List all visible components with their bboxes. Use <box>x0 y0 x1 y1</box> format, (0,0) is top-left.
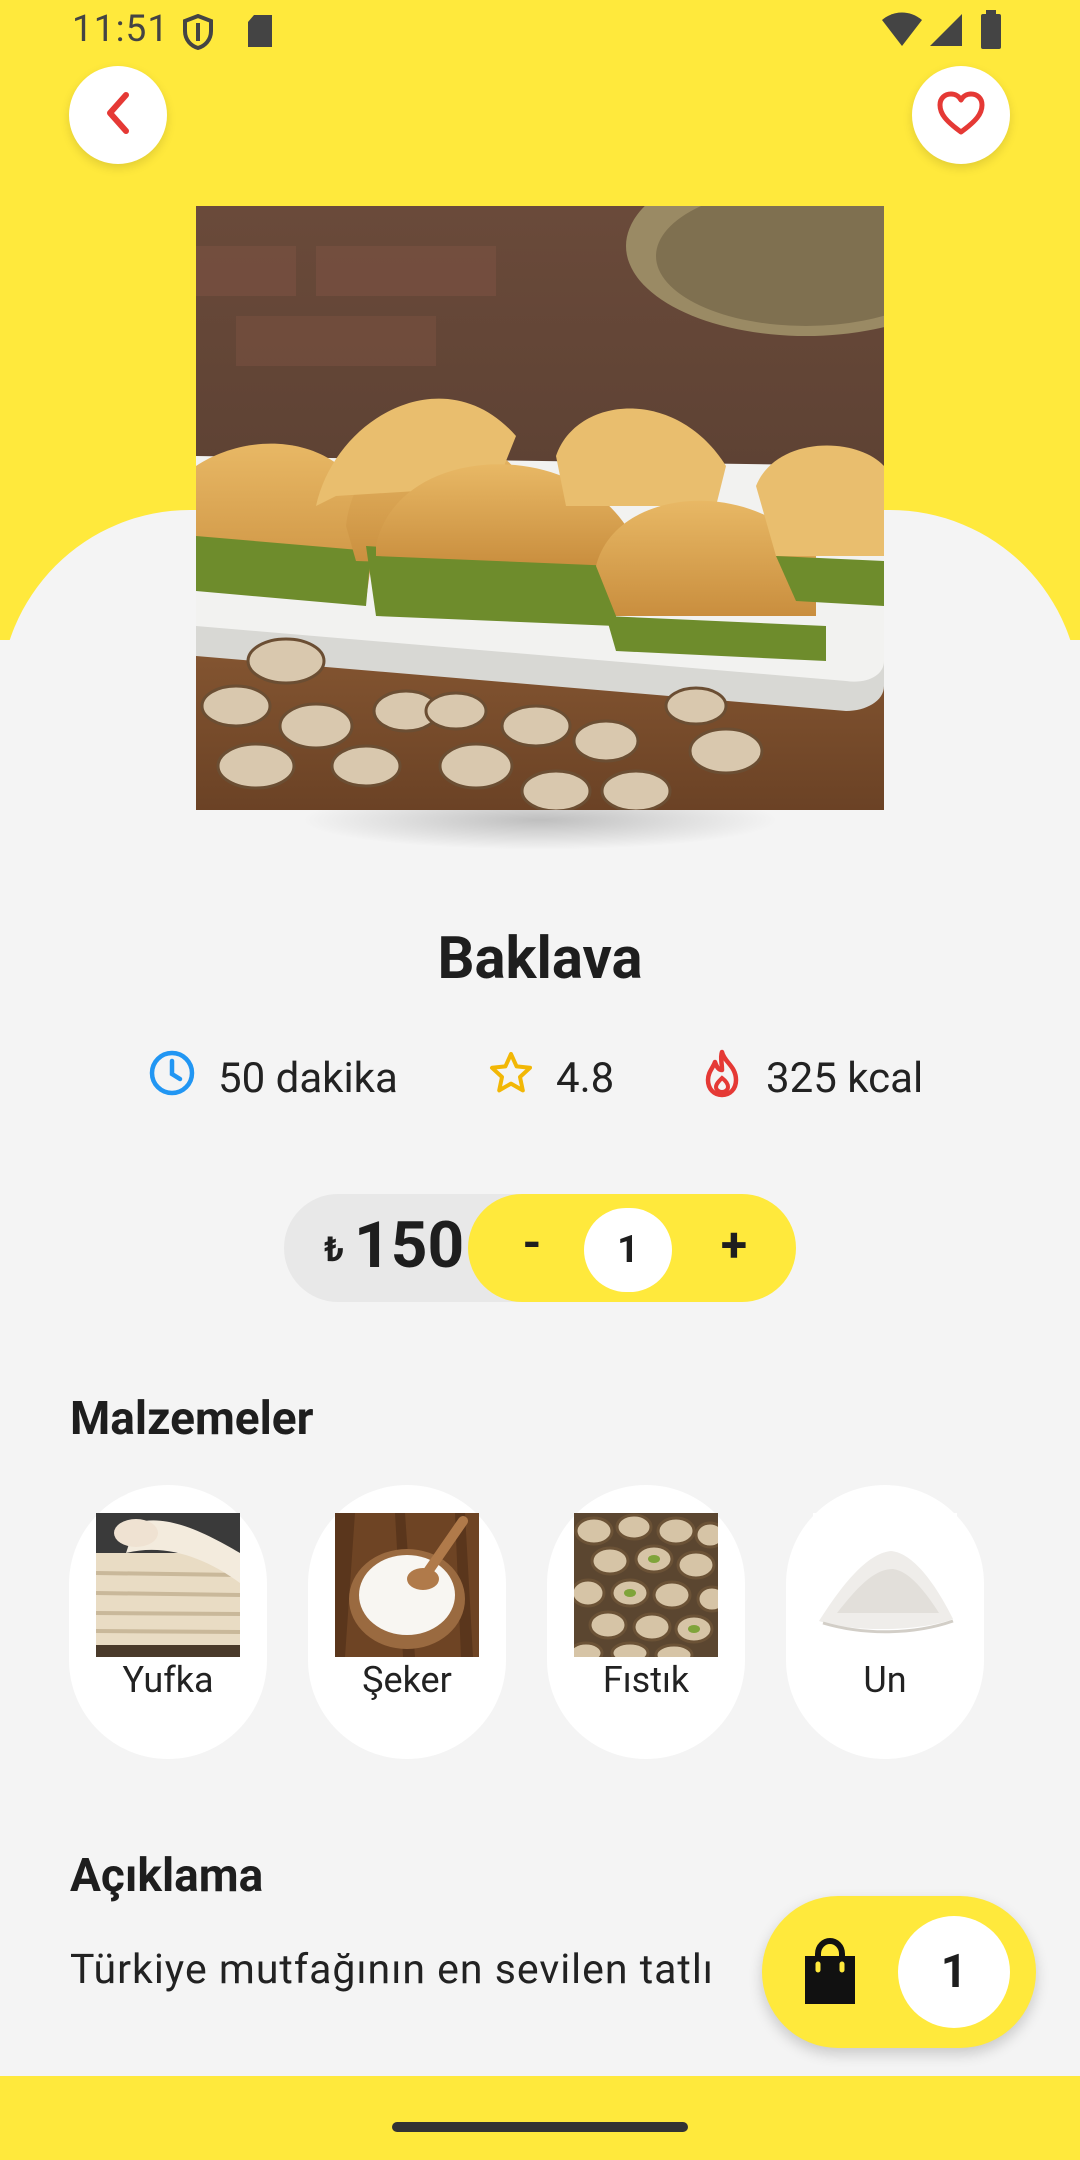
stat-rating-value: 4.8 <box>556 1053 615 1103</box>
increase-button[interactable]: + <box>712 1216 756 1273</box>
sd-card-icon <box>246 14 274 52</box>
shield-icon <box>182 13 214 54</box>
status-bar: 11:51 <box>0 0 1080 62</box>
bottom-bar <box>0 2076 1080 2160</box>
wifi-icon <box>880 12 924 52</box>
heart-icon <box>936 90 986 140</box>
stat-calories: 325 kcal <box>700 1048 924 1109</box>
quantity-value: 1 <box>584 1208 672 1292</box>
ingredient-label: Un <box>863 1659 907 1701</box>
shopping-bag-icon <box>800 1937 860 2012</box>
description-title: Açıklama <box>70 1849 264 1903</box>
battery-icon <box>980 10 1002 54</box>
back-button[interactable] <box>69 66 167 164</box>
fire-icon <box>700 1048 766 1109</box>
product-image <box>196 206 884 810</box>
clock-icon <box>148 1049 218 1108</box>
favorite-button[interactable] <box>912 66 1010 164</box>
ingredient-card[interactable]: Şeker <box>308 1485 506 1759</box>
currency-symbol: ₺ <box>324 1230 345 1270</box>
status-time: 11:51 <box>72 8 170 51</box>
ingredient-card[interactable]: Un <box>786 1485 984 1759</box>
stat-time-value: 50 dakika <box>218 1053 398 1103</box>
price-value: 150 <box>354 1208 465 1283</box>
stat-rating: 4.8 <box>488 1050 614 1106</box>
signal-icon <box>928 12 964 52</box>
description-text: Türkiye mutfağının en sevilen tatlı <box>70 1946 714 1994</box>
ingredient-image <box>96 1513 240 1657</box>
back-chevron-icon <box>98 89 138 141</box>
home-indicator[interactable] <box>392 2122 688 2132</box>
ingredient-image <box>574 1513 718 1657</box>
ingredients-title: Malzemeler <box>70 1392 314 1446</box>
ingredient-card[interactable]: Yufka <box>69 1485 267 1759</box>
ingredient-image <box>813 1513 957 1657</box>
ingredient-label: Fıstık <box>602 1659 690 1701</box>
stat-calories-value: 325 kcal <box>766 1053 924 1103</box>
ingredient-card[interactable]: Fıstık <box>547 1485 745 1759</box>
ingredient-label: Yufka <box>122 1659 214 1701</box>
star-icon <box>488 1050 556 1107</box>
stat-time: 50 dakika <box>148 1050 398 1106</box>
ingredient-label: Şeker <box>362 1659 452 1701</box>
cart-count: 1 <box>898 1916 1010 2028</box>
decrease-button[interactable]: - <box>512 1214 552 1271</box>
product-title: Baklava <box>437 925 643 993</box>
ingredient-image <box>335 1513 479 1657</box>
